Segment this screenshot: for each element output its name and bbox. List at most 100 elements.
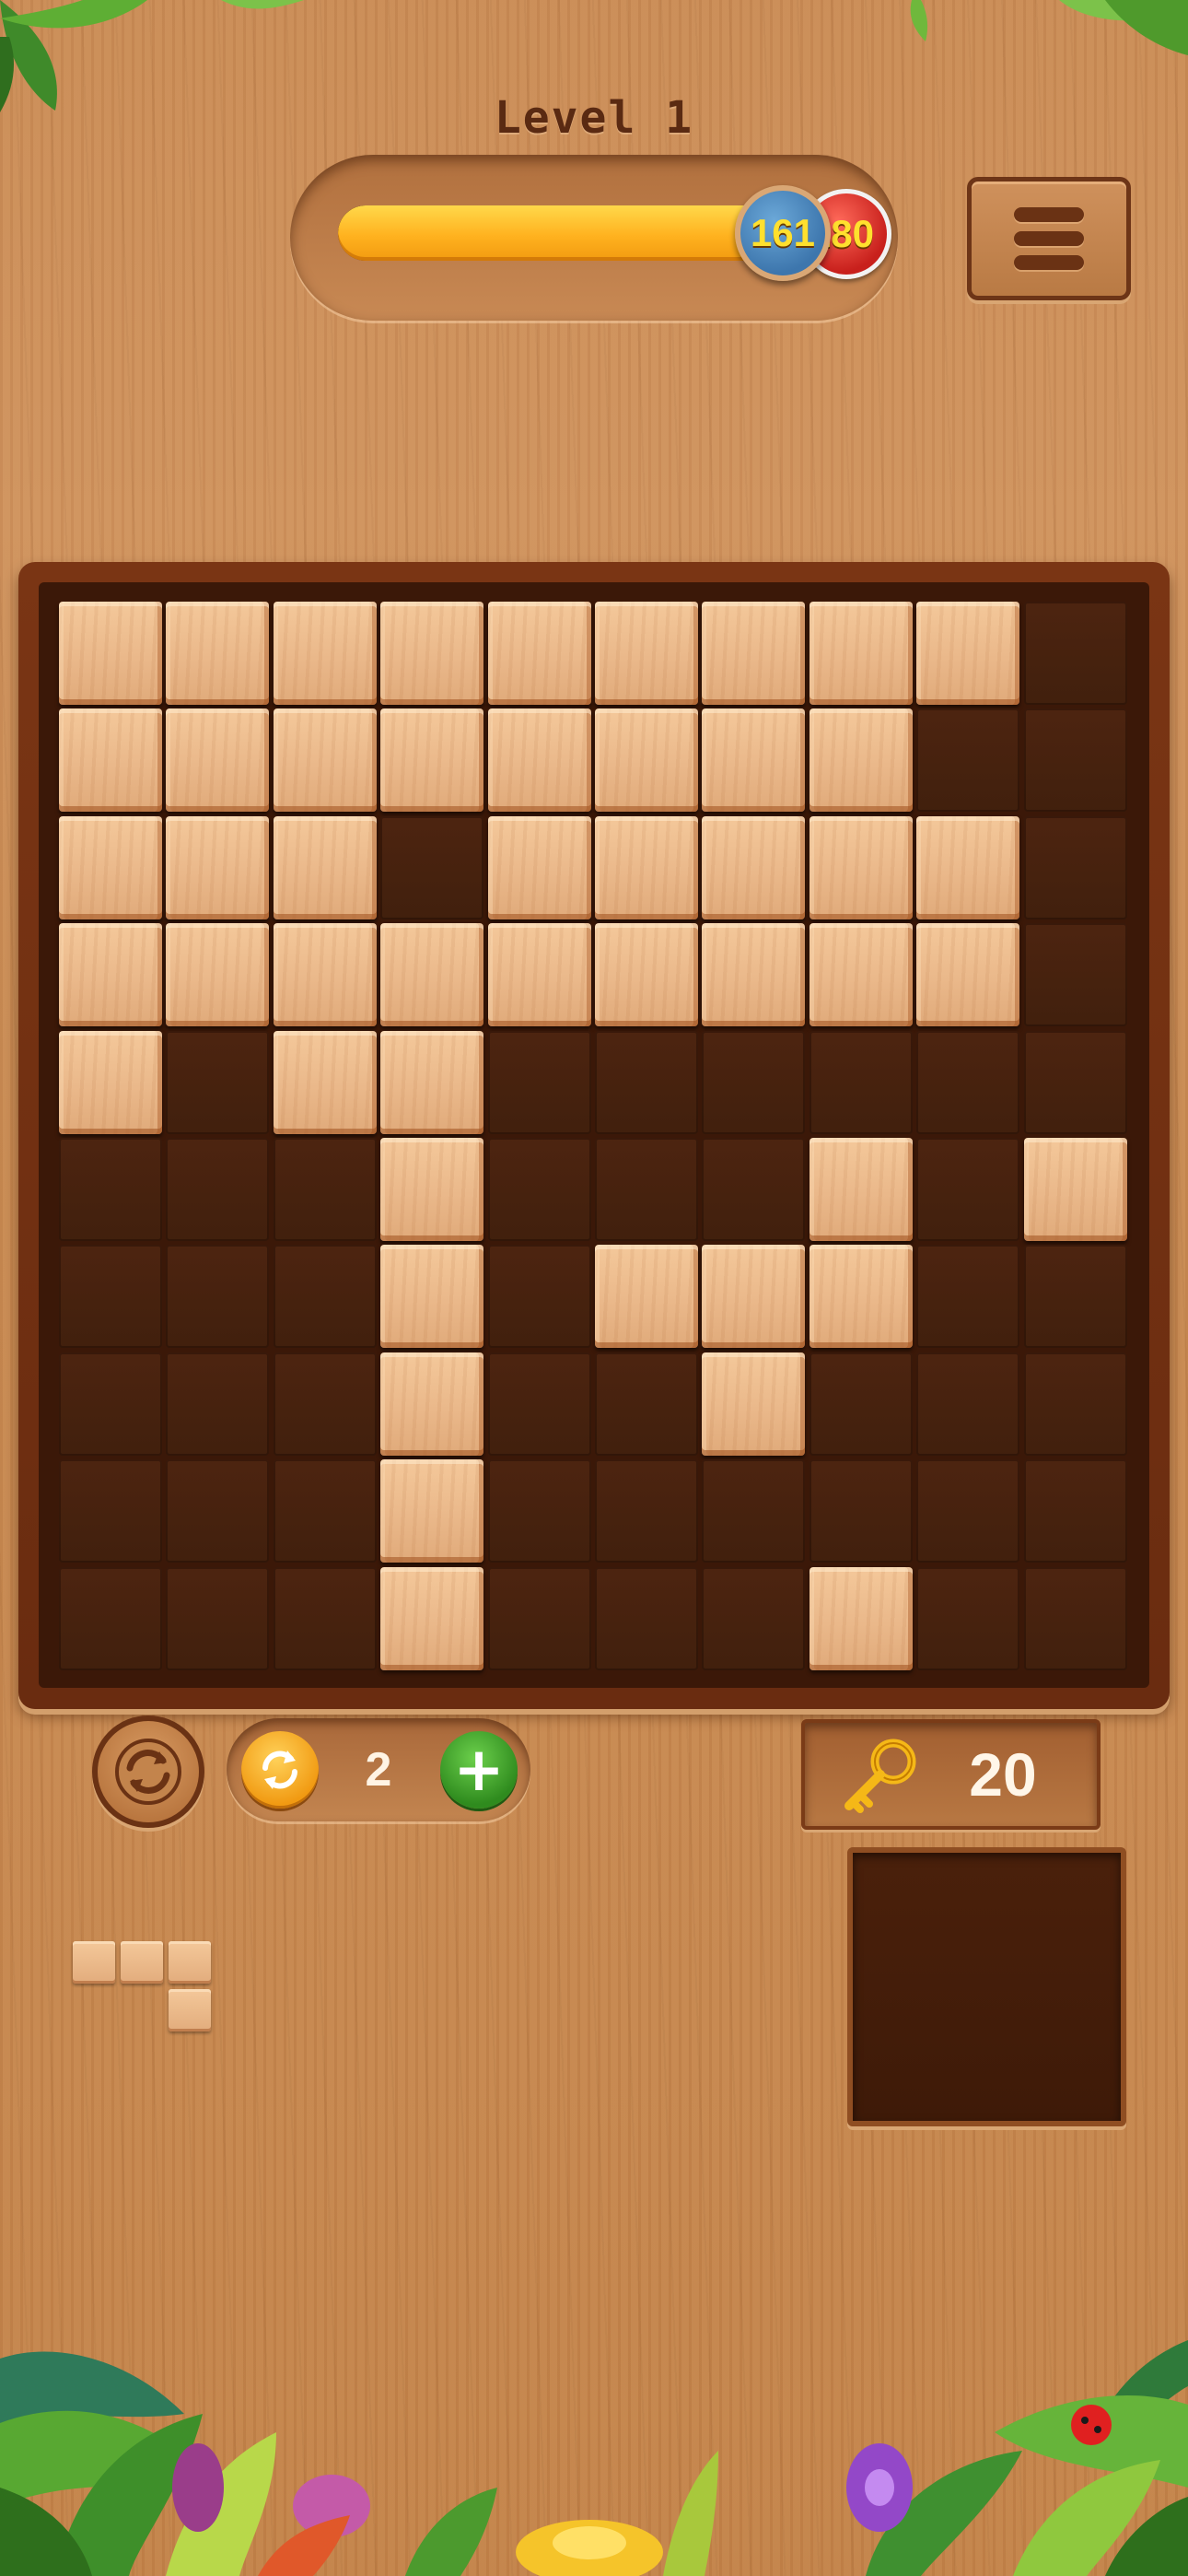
board-cell-filled[interactable] [273, 1030, 377, 1134]
board-cell-empty[interactable] [59, 1245, 162, 1349]
board-cell-empty[interactable] [595, 1352, 698, 1456]
board-cell-filled[interactable] [166, 815, 270, 919]
board-cell-empty[interactable] [273, 1459, 377, 1563]
board-cell-filled[interactable] [166, 602, 270, 705]
board-cell-filled[interactable] [380, 1245, 484, 1349]
board-cell-filled[interactable] [59, 923, 162, 1027]
board-cell-empty[interactable] [59, 1138, 162, 1241]
board-cell-filled[interactable] [380, 1352, 484, 1456]
board-cell-filled[interactable] [487, 708, 591, 813]
rotate-powerup-button[interactable] [241, 1731, 319, 1809]
board-cell-empty[interactable] [273, 1566, 377, 1670]
board-cell-empty[interactable] [595, 1459, 698, 1563]
board-cell-empty[interactable] [809, 1030, 913, 1134]
board-cell-filled[interactable] [595, 602, 698, 705]
board-cell-empty[interactable] [1023, 1566, 1127, 1670]
board-cell-filled[interactable] [916, 602, 1020, 705]
board-cell-empty[interactable] [916, 1459, 1020, 1563]
board-cell-filled[interactable] [916, 815, 1020, 919]
board-cell-empty[interactable] [595, 1030, 698, 1134]
board-cell-empty[interactable] [916, 1352, 1020, 1456]
board-cell-empty[interactable] [702, 1138, 806, 1241]
refresh-button[interactable] [92, 1715, 204, 1828]
board-cell-filled[interactable] [809, 1245, 913, 1349]
board-cell-filled[interactable] [380, 923, 484, 1027]
board-cell-empty[interactable] [595, 1566, 698, 1670]
board-cell-empty[interactable] [59, 1566, 162, 1670]
board-cell-filled[interactable] [702, 815, 806, 919]
board-cell-filled[interactable] [59, 815, 162, 919]
board-cell-empty[interactable] [916, 1030, 1020, 1134]
board-cell-empty[interactable] [1023, 708, 1127, 813]
board-cell-empty[interactable] [916, 708, 1020, 813]
board-cell-filled[interactable] [380, 602, 484, 705]
game-board[interactable] [57, 600, 1133, 1672]
board-cell-filled[interactable] [595, 923, 698, 1027]
board-cell-filled[interactable] [166, 708, 270, 813]
board-cell-empty[interactable] [1023, 815, 1127, 919]
board-cell-empty[interactable] [595, 1138, 698, 1241]
board-cell-empty[interactable] [166, 1459, 270, 1563]
board-cell-empty[interactable] [166, 1138, 270, 1241]
board-cell-empty[interactable] [702, 1566, 806, 1670]
board-cell-empty[interactable] [273, 1138, 377, 1241]
board-cell-filled[interactable] [487, 923, 591, 1027]
board-cell-empty[interactable] [487, 1459, 591, 1563]
board-cell-filled[interactable] [1023, 1138, 1127, 1241]
board-cell-empty[interactable] [487, 1352, 591, 1456]
board-cell-empty[interactable] [273, 1352, 377, 1456]
board-cell-empty[interactable] [1023, 923, 1127, 1027]
add-powerup-button[interactable]: + [440, 1731, 518, 1809]
board-cell-empty[interactable] [166, 1030, 270, 1134]
board-cell-filled[interactable] [809, 923, 913, 1027]
next-piece[interactable] [73, 1941, 216, 2033]
board-cell-filled[interactable] [59, 602, 162, 705]
board-cell-empty[interactable] [166, 1566, 270, 1670]
board-cell-empty[interactable] [59, 1459, 162, 1563]
board-cell-filled[interactable] [59, 708, 162, 813]
board-cell-filled[interactable] [809, 602, 913, 705]
board-cell-filled[interactable] [809, 1138, 913, 1241]
board-cell-empty[interactable] [916, 1566, 1020, 1670]
board-cell-filled[interactable] [809, 708, 913, 813]
board-cell-empty[interactable] [166, 1245, 270, 1349]
board-cell-empty[interactable] [916, 1138, 1020, 1241]
board-cell-filled[interactable] [916, 923, 1020, 1027]
board-cell-empty[interactable] [59, 1352, 162, 1456]
board-cell-filled[interactable] [487, 815, 591, 919]
board-cell-empty[interactable] [1023, 1352, 1127, 1456]
board-cell-empty[interactable] [809, 1459, 913, 1563]
board-cell-empty[interactable] [1023, 1030, 1127, 1134]
board-cell-empty[interactable] [487, 1138, 591, 1241]
board-cell-empty[interactable] [1023, 1459, 1127, 1563]
board-cell-empty[interactable] [1023, 1245, 1127, 1349]
board-cell-filled[interactable] [595, 1245, 698, 1349]
board-cell-empty[interactable] [487, 1030, 591, 1134]
hold-slot[interactable] [847, 1847, 1126, 2126]
board-cell-empty[interactable] [702, 1459, 806, 1563]
board-cell-filled[interactable] [487, 602, 591, 705]
menu-button[interactable] [967, 177, 1131, 300]
board-cell-empty[interactable] [1023, 602, 1127, 705]
board-cell-filled[interactable] [595, 815, 698, 919]
board-cell-filled[interactable] [380, 708, 484, 813]
board-cell-filled[interactable] [595, 708, 698, 813]
board-cell-filled[interactable] [273, 602, 377, 705]
board-cell-filled[interactable] [166, 923, 270, 1027]
board-cell-filled[interactable] [380, 1138, 484, 1241]
board-cell-empty[interactable] [702, 1030, 806, 1134]
board-cell-empty[interactable] [809, 1352, 913, 1456]
board-cell-filled[interactable] [273, 708, 377, 813]
board-cell-empty[interactable] [916, 1245, 1020, 1349]
board-cell-filled[interactable] [702, 1245, 806, 1349]
board-cell-filled[interactable] [702, 1352, 806, 1456]
board-cell-filled[interactable] [809, 1566, 913, 1670]
board-cell-empty[interactable] [487, 1245, 591, 1349]
board-cell-filled[interactable] [59, 1030, 162, 1134]
board-cell-filled[interactable] [702, 602, 806, 705]
board-cell-filled[interactable] [273, 923, 377, 1027]
board-cell-filled[interactable] [380, 1030, 484, 1134]
board-cell-filled[interactable] [702, 708, 806, 813]
board-cell-empty[interactable] [487, 1566, 591, 1670]
board-cell-filled[interactable] [380, 1459, 484, 1563]
